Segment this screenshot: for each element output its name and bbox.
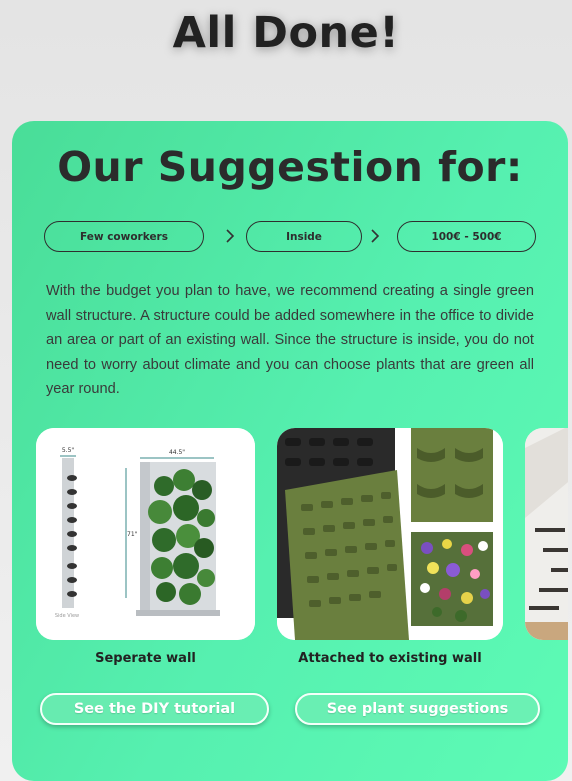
option-caption-separate-wall: Seperate wall [95, 651, 196, 666]
separate-wall-image[interactable]: 5.5" Side View 71" 44.5" [36, 428, 255, 640]
height-dimension: 71" [127, 531, 138, 538]
page-title: All Done! [172, 8, 400, 58]
suggestion-card: Our Suggestion for: Few coworkers Inside… [12, 121, 568, 781]
breadcrumb: Few coworkers Inside 100€ - 500€ [12, 221, 568, 254]
breadcrumb-location[interactable]: Inside [246, 221, 362, 252]
depth-dimension: 5.5" [62, 447, 75, 454]
third-option-image[interactable] [525, 428, 568, 640]
attached-wall-image[interactable] [277, 428, 503, 640]
suggestion-title: Our Suggestion for: [57, 143, 523, 191]
suggestion-description: With the budget you plan to have, we rec… [46, 283, 534, 397]
breadcrumb-budget[interactable]: 100€ - 500€ [397, 221, 536, 252]
option-caption-attached-wall: Attached to existing wall [298, 651, 482, 666]
side-view-label: Side View [55, 613, 79, 619]
diy-tutorial-button[interactable]: See the DIY tutorial [40, 693, 269, 725]
plant-suggestions-button[interactable]: See plant suggestions [295, 693, 540, 725]
chevron-right-icon [224, 227, 238, 245]
width-dimension: 44.5" [169, 449, 185, 456]
chevron-right-icon [369, 227, 383, 245]
breadcrumb-team-size[interactable]: Few coworkers [44, 221, 204, 252]
